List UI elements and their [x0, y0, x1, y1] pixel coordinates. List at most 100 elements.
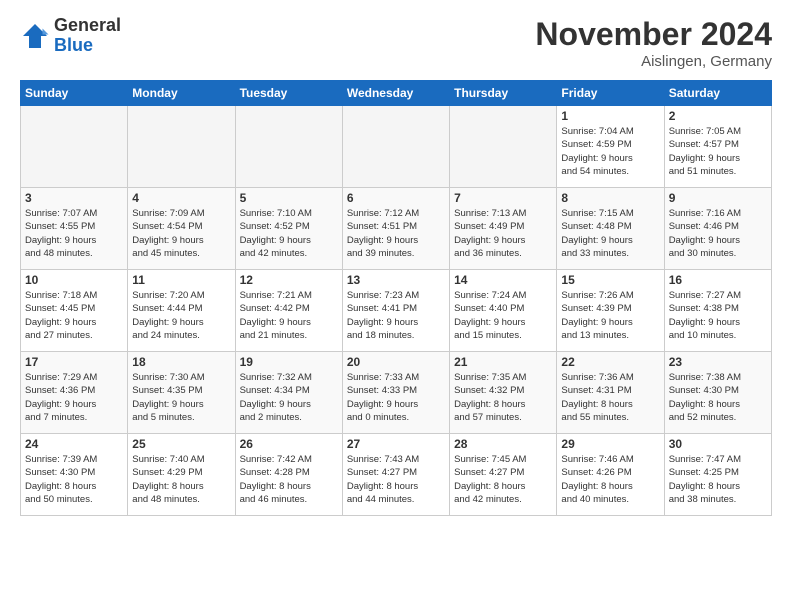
calendar-cell: 3 Sunrise: 7:07 AMSunset: 4:55 PMDaylight… — [21, 188, 128, 270]
day-info: Sunrise: 7:15 AMSunset: 4:48 PMDaylight:… — [561, 207, 659, 260]
day-number: 25 — [132, 437, 230, 451]
calendar-table: SundayMondayTuesdayWednesdayThursdayFrid… — [20, 80, 772, 516]
calendar-cell — [342, 106, 449, 188]
day-of-week-header: Monday — [128, 81, 235, 106]
day-number: 30 — [669, 437, 767, 451]
calendar-cell: 8 Sunrise: 7:15 AMSunset: 4:48 PMDaylight… — [557, 188, 664, 270]
day-info: Sunrise: 7:38 AMSunset: 4:30 PMDaylight:… — [669, 371, 767, 424]
day-info: Sunrise: 7:33 AMSunset: 4:33 PMDaylight:… — [347, 371, 445, 424]
day-number: 29 — [561, 437, 659, 451]
calendar-cell — [450, 106, 557, 188]
day-of-week-header: Wednesday — [342, 81, 449, 106]
day-number: 22 — [561, 355, 659, 369]
day-number: 27 — [347, 437, 445, 451]
day-number: 14 — [454, 273, 552, 287]
page: General Blue November 2024 Aislingen, Ge… — [0, 0, 792, 612]
day-number: 15 — [561, 273, 659, 287]
day-of-week-header: Sunday — [21, 81, 128, 106]
location: Aislingen, Germany — [535, 53, 772, 70]
day-number: 23 — [669, 355, 767, 369]
calendar-cell: 1 Sunrise: 7:04 AMSunset: 4:59 PMDaylight… — [557, 106, 664, 188]
day-number: 13 — [347, 273, 445, 287]
day-info: Sunrise: 7:13 AMSunset: 4:49 PMDaylight:… — [454, 207, 552, 260]
day-number: 3 — [25, 191, 123, 205]
day-info: Sunrise: 7:09 AMSunset: 4:54 PMDaylight:… — [132, 207, 230, 260]
day-info: Sunrise: 7:42 AMSunset: 4:28 PMDaylight:… — [240, 453, 338, 506]
calendar-cell: 4 Sunrise: 7:09 AMSunset: 4:54 PMDaylight… — [128, 188, 235, 270]
day-number: 17 — [25, 355, 123, 369]
calendar-week-row: 17 Sunrise: 7:29 AMSunset: 4:36 PMDayligh… — [21, 352, 772, 434]
header: General Blue November 2024 Aislingen, Ge… — [20, 16, 772, 70]
day-info: Sunrise: 7:12 AMSunset: 4:51 PMDaylight:… — [347, 207, 445, 260]
logo: General Blue — [20, 16, 121, 56]
day-info: Sunrise: 7:16 AMSunset: 4:46 PMDaylight:… — [669, 207, 767, 260]
day-info: Sunrise: 7:27 AMSunset: 4:38 PMDaylight:… — [669, 289, 767, 342]
day-number: 18 — [132, 355, 230, 369]
day-info: Sunrise: 7:20 AMSunset: 4:44 PMDaylight:… — [132, 289, 230, 342]
day-number: 7 — [454, 191, 552, 205]
day-number: 1 — [561, 109, 659, 123]
calendar-cell: 5 Sunrise: 7:10 AMSunset: 4:52 PMDaylight… — [235, 188, 342, 270]
day-info: Sunrise: 7:35 AMSunset: 4:32 PMDaylight:… — [454, 371, 552, 424]
day-number: 19 — [240, 355, 338, 369]
calendar-cell: 13 Sunrise: 7:23 AMSunset: 4:41 PMDayligh… — [342, 270, 449, 352]
calendar-cell: 23 Sunrise: 7:38 AMSunset: 4:30 PMDayligh… — [664, 352, 771, 434]
logo-icon — [20, 21, 50, 51]
day-info: Sunrise: 7:23 AMSunset: 4:41 PMDaylight:… — [347, 289, 445, 342]
day-number: 8 — [561, 191, 659, 205]
calendar-header-row: SundayMondayTuesdayWednesdayThursdayFrid… — [21, 81, 772, 106]
calendar-cell: 26Sunrise: 7:42 AMSunset: 4:28 PMDayligh… — [235, 434, 342, 516]
calendar-cell: 6 Sunrise: 7:12 AMSunset: 4:51 PMDaylight… — [342, 188, 449, 270]
day-number: 16 — [669, 273, 767, 287]
calendar-cell: 17 Sunrise: 7:29 AMSunset: 4:36 PMDayligh… — [21, 352, 128, 434]
day-number: 2 — [669, 109, 767, 123]
calendar-cell: 22Sunrise: 7:36 AMSunset: 4:31 PMDayligh… — [557, 352, 664, 434]
day-info: Sunrise: 7:07 AMSunset: 4:55 PMDaylight:… — [25, 207, 123, 260]
day-info: Sunrise: 7:40 AMSunset: 4:29 PMDaylight:… — [132, 453, 230, 506]
calendar-week-row: 24Sunrise: 7:39 AMSunset: 4:30 PMDayligh… — [21, 434, 772, 516]
calendar-cell: 30 Sunrise: 7:47 AMSunset: 4:25 PMDayligh… — [664, 434, 771, 516]
day-number: 11 — [132, 273, 230, 287]
calendar-cell: 15 Sunrise: 7:26 AMSunset: 4:39 PMDayligh… — [557, 270, 664, 352]
calendar-cell: 24Sunrise: 7:39 AMSunset: 4:30 PMDayligh… — [21, 434, 128, 516]
day-info: Sunrise: 7:47 AMSunset: 4:25 PMDaylight:… — [669, 453, 767, 506]
day-number: 21 — [454, 355, 552, 369]
calendar-cell: 14Sunrise: 7:24 AMSunset: 4:40 PMDayligh… — [450, 270, 557, 352]
logo-blue: Blue — [54, 36, 121, 56]
day-number: 12 — [240, 273, 338, 287]
day-info: Sunrise: 7:18 AMSunset: 4:45 PMDaylight:… — [25, 289, 123, 342]
calendar-cell: 27 Sunrise: 7:43 AMSunset: 4:27 PMDayligh… — [342, 434, 449, 516]
title-section: November 2024 Aislingen, Germany — [535, 16, 772, 70]
day-info: Sunrise: 7:30 AMSunset: 4:35 PMDaylight:… — [132, 371, 230, 424]
day-number: 4 — [132, 191, 230, 205]
calendar-cell: 12Sunrise: 7:21 AMSunset: 4:42 PMDayligh… — [235, 270, 342, 352]
month-title: November 2024 — [535, 16, 772, 53]
calendar-cell: 9 Sunrise: 7:16 AMSunset: 4:46 PMDaylight… — [664, 188, 771, 270]
calendar-cell: 2Sunrise: 7:05 AMSunset: 4:57 PMDaylight… — [664, 106, 771, 188]
day-info: Sunrise: 7:43 AMSunset: 4:27 PMDaylight:… — [347, 453, 445, 506]
day-info: Sunrise: 7:39 AMSunset: 4:30 PMDaylight:… — [25, 453, 123, 506]
calendar-week-row: 1 Sunrise: 7:04 AMSunset: 4:59 PMDaylight… — [21, 106, 772, 188]
day-of-week-header: Thursday — [450, 81, 557, 106]
calendar-cell — [21, 106, 128, 188]
day-number: 10 — [25, 273, 123, 287]
day-number: 5 — [240, 191, 338, 205]
calendar-week-row: 3 Sunrise: 7:07 AMSunset: 4:55 PMDaylight… — [21, 188, 772, 270]
calendar-cell: 21 Sunrise: 7:35 AMSunset: 4:32 PMDayligh… — [450, 352, 557, 434]
logo-general: General — [54, 16, 121, 36]
day-number: 6 — [347, 191, 445, 205]
day-info: Sunrise: 7:32 AMSunset: 4:34 PMDaylight:… — [240, 371, 338, 424]
day-info: Sunrise: 7:26 AMSunset: 4:39 PMDaylight:… — [561, 289, 659, 342]
day-of-week-header: Tuesday — [235, 81, 342, 106]
calendar-cell: 11 Sunrise: 7:20 AMSunset: 4:44 PMDayligh… — [128, 270, 235, 352]
day-number: 28 — [454, 437, 552, 451]
logo-text: General Blue — [54, 16, 121, 56]
calendar-cell: 16 Sunrise: 7:27 AMSunset: 4:38 PMDayligh… — [664, 270, 771, 352]
day-number: 9 — [669, 191, 767, 205]
day-info: Sunrise: 7:29 AMSunset: 4:36 PMDaylight:… — [25, 371, 123, 424]
day-number: 20 — [347, 355, 445, 369]
calendar-cell: 29Sunrise: 7:46 AMSunset: 4:26 PMDayligh… — [557, 434, 664, 516]
day-of-week-header: Friday — [557, 81, 664, 106]
day-info: Sunrise: 7:10 AMSunset: 4:52 PMDaylight:… — [240, 207, 338, 260]
day-info: Sunrise: 7:04 AMSunset: 4:59 PMDaylight:… — [561, 125, 659, 178]
